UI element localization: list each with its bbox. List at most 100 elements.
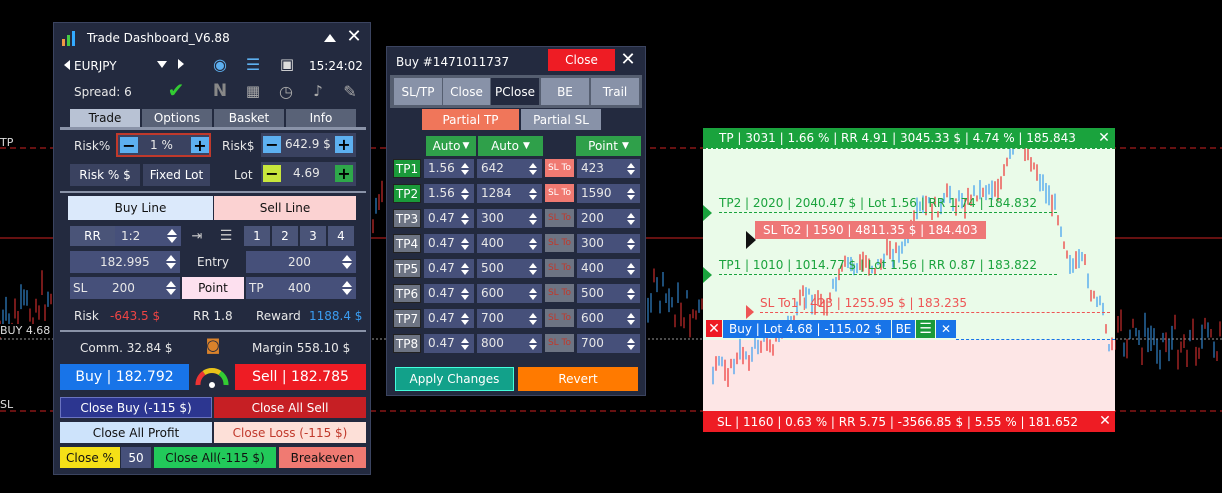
tp-row-lot-field[interactable]: 0.47 (424, 234, 474, 253)
sl-to-toggle[interactable]: SL To (545, 259, 574, 277)
entry-points-stepper[interactable] (342, 255, 352, 269)
close-loss-button[interactable]: Close Loss (-115 $) (214, 422, 366, 443)
rr-field[interactable]: 1:2 (115, 226, 181, 246)
sell-line-button[interactable]: Sell Line (214, 196, 356, 220)
auto-lot-dropdown[interactable]: Auto ▼ (426, 136, 476, 156)
calendar-icon[interactable]: ▦ (242, 80, 264, 102)
breakeven-button[interactable]: Breakeven (279, 447, 366, 468)
tp-row-label[interactable]: TP3 (393, 209, 421, 228)
tp-row-lot-field[interactable]: 0.47 (424, 259, 474, 278)
tp-row-points-stepper[interactable] (528, 237, 538, 250)
partial-tp-tab[interactable]: Partial TP (422, 109, 519, 130)
entry-points-value[interactable]: 200 (288, 255, 311, 269)
save-icon[interactable]: ▣ (276, 54, 298, 74)
rr-stepper[interactable] (167, 229, 177, 243)
tp-row-points[interactable]: 700 (481, 311, 504, 325)
tp-row-points[interactable]: 500 (481, 261, 504, 275)
tp-row-label[interactable]: TP6 (393, 284, 421, 303)
tp-row-sl-stepper[interactable] (626, 262, 636, 275)
lot-value[interactable]: 4.69 (293, 166, 320, 180)
wrench-icon[interactable]: ✎ (339, 80, 361, 102)
risk-pct-field[interactable]: − 1 % + (116, 133, 211, 157)
buy-button[interactable]: Buy | 182.792 (60, 364, 189, 390)
tp-row-lot-stepper[interactable] (460, 262, 470, 275)
tp-row-points-stepper[interactable] (528, 337, 538, 350)
symbol-label[interactable]: EURJPY (74, 59, 117, 73)
tp-row-lot-stepper[interactable] (460, 187, 470, 200)
tp-row-sl[interactable]: 400 (581, 261, 604, 275)
lines-icon[interactable]: ☰ (215, 226, 237, 246)
tab-pclose[interactable]: PClose (491, 78, 539, 105)
tp-row-points[interactable]: 400 (481, 236, 504, 250)
tp-row-sl[interactable]: 300 (581, 236, 604, 250)
entry-price-field[interactable]: 182.995 (70, 251, 180, 273)
symbol-dropdown-icon[interactable] (157, 61, 167, 68)
arrow-to-line-icon[interactable]: ⇥ (185, 226, 209, 246)
tp-row-sl[interactable]: 700 (581, 336, 604, 350)
risk-usd-minus-button[interactable]: − (263, 136, 281, 153)
tp-bar[interactable]: TP | 3031 | 1.66 % | RR 4.91 | 3045.33 $… (703, 128, 1115, 148)
risk-usd-value[interactable]: 642.9 $ (285, 137, 331, 151)
risk-pct-value[interactable]: 1 % (150, 138, 173, 152)
risk-usd-field[interactable]: − 642.9 $ + (261, 133, 356, 157)
tp-field[interactable]: TP 400 (246, 277, 356, 299)
tp-row-label[interactable]: TP4 (393, 234, 421, 253)
tp-row-lot[interactable]: 0.47 (428, 261, 455, 275)
tp-row-lot[interactable]: 0.47 (428, 336, 455, 350)
tp-row-lot[interactable]: 0.47 (428, 311, 455, 325)
close-pct-input[interactable]: 50 (121, 447, 151, 468)
check-icon[interactable]: ✔ (164, 79, 188, 101)
tp-row-sl-stepper[interactable] (626, 287, 636, 300)
sl-close-icon[interactable]: ✕ (1097, 413, 1113, 429)
eye-icon[interactable]: ◉ (209, 54, 231, 74)
auto-points-dropdown[interactable]: Auto ▼ (478, 136, 543, 156)
fixed-lot-button[interactable]: Fixed Lot (143, 164, 210, 186)
tp-row-points-stepper[interactable] (528, 212, 538, 225)
tp-row-points-field[interactable]: 642 (477, 159, 542, 178)
tp-row-sl-field[interactable]: 200 (577, 209, 640, 228)
tp-value[interactable]: 400 (288, 281, 311, 295)
tp-row-label[interactable]: TP7 (393, 309, 421, 328)
tp-row-lot-stepper[interactable] (460, 337, 470, 350)
be-button[interactable]: BE (892, 320, 915, 338)
point-dropdown[interactable]: Point ▼ (576, 136, 641, 156)
tp-row-points-field[interactable]: 500 (477, 259, 542, 278)
collapse-icon[interactable] (324, 34, 336, 42)
tab-close[interactable]: Close (443, 78, 490, 105)
apply-changes-button[interactable]: Apply Changes (395, 367, 514, 391)
tp-row-points-stepper[interactable] (528, 312, 538, 325)
entry-points-field[interactable]: 200 (246, 251, 356, 273)
tp-row-points[interactable]: 300 (481, 211, 504, 225)
entry-price-value[interactable]: 182.995 (100, 255, 150, 269)
sl-to-toggle[interactable]: SL To (545, 284, 574, 302)
sl-to-toggle[interactable]: SL To (545, 209, 574, 227)
risk-pct-minus-button[interactable]: − (120, 137, 138, 153)
entry-price-stepper[interactable] (166, 255, 176, 269)
tp-row-label[interactable]: TP2 (393, 184, 421, 203)
tp-row-points-field[interactable]: 300 (477, 209, 542, 228)
close-trade-button[interactable]: Close (548, 49, 615, 71)
tp-row-sl[interactable]: 600 (581, 311, 604, 325)
tp-row-points[interactable]: 642 (481, 161, 504, 175)
tp-row-points[interactable]: 1284 (481, 186, 512, 200)
tp-row-sl-stepper[interactable] (626, 237, 636, 250)
tp-row-sl[interactable]: 200 (581, 211, 604, 225)
tp-row-sl-field[interactable]: 423 (577, 159, 640, 178)
tp-row-points-field[interactable]: 600 (477, 284, 542, 303)
gauge-icon[interactable] (194, 365, 230, 389)
buy-line-button[interactable]: Buy Line (68, 196, 213, 220)
risk-usd-plus-button[interactable]: + (335, 136, 353, 153)
tp-row-sl[interactable]: 1590 (581, 186, 612, 200)
rr-value[interactable]: 1:2 (121, 229, 140, 243)
tp-row-points[interactable]: 600 (481, 286, 504, 300)
lot-field[interactable]: − 4.69 + (261, 162, 356, 186)
close-buy-button[interactable]: Close Buy (-115 $) (60, 397, 212, 418)
tp-row-lot-field[interactable]: 0.47 (424, 209, 474, 228)
tp-row-lot[interactable]: 0.47 (428, 286, 455, 300)
tp-row-points-field[interactable]: 1284 (477, 184, 542, 203)
sl-bar[interactable]: SL | 1160 | 0.63 % | RR 5.75 | -3566.85 … (703, 411, 1115, 432)
rr-button-4[interactable]: 4 (328, 226, 354, 246)
tp-row-sl-field[interactable]: 1590 (577, 184, 640, 203)
tp-row-lot-stepper[interactable] (460, 237, 470, 250)
tp-row-lot-field[interactable]: 0.47 (424, 284, 474, 303)
